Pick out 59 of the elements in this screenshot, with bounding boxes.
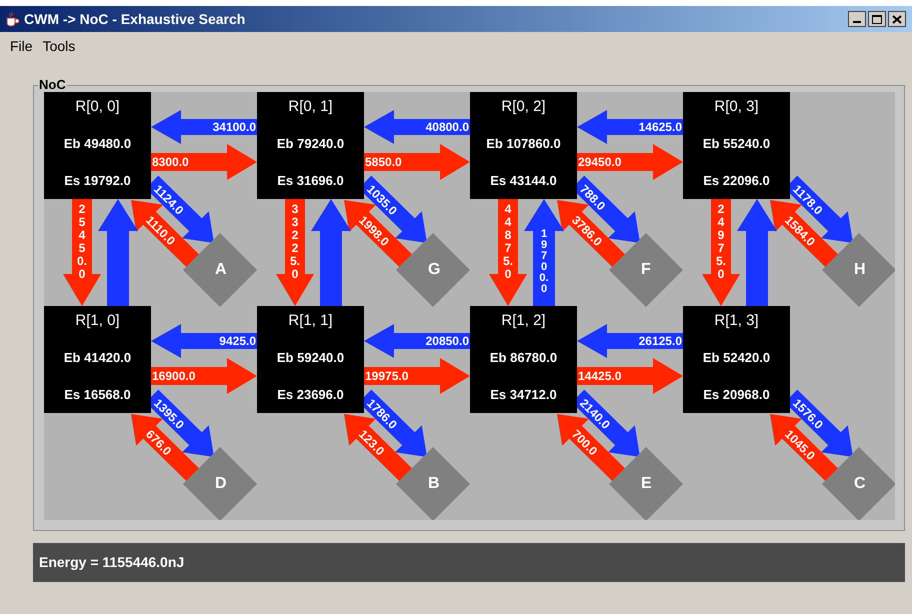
flow-label: 26125.0: [638, 333, 682, 349]
bandwidth-energy: Eb 107860.0: [486, 135, 561, 153]
flow-label: 5850.0: [365, 154, 402, 170]
menu-item[interactable]: Tools: [42, 36, 76, 56]
cup-icon: [4, 11, 20, 27]
core-label: B: [428, 475, 440, 493]
energy-readout: Energy = 1155446.0nJ: [33, 543, 905, 582]
router-name: R[0, 2]: [501, 98, 546, 116]
core-label: A: [215, 261, 227, 279]
bandwidth-energy: Eb 52420.0: [702, 349, 770, 367]
close-button[interactable]: [888, 11, 906, 27]
bandwidth-energy: Eb 41420.0: [64, 349, 132, 367]
flow-label: 29450.0: [578, 154, 622, 170]
static-energy: Es 31696.0: [277, 172, 344, 190]
core-label: E: [641, 475, 652, 493]
flow-label: 19700.0: [538, 229, 550, 295]
flow-label: 9425.0: [219, 333, 256, 349]
static-energy: Es 23696.0: [277, 386, 344, 404]
flow-label: 24975.0: [715, 203, 727, 281]
router-name: R[0, 3]: [714, 98, 759, 116]
flow-label: 16900.0: [152, 368, 196, 384]
flow-label: 34100.0: [212, 119, 256, 135]
router-name: R[1, 2]: [501, 312, 546, 330]
router-name: R[0, 0]: [75, 98, 120, 116]
flow-label: 14625.0: [638, 119, 682, 135]
close-icon: [892, 14, 902, 24]
core-label: G: [428, 261, 440, 279]
bandwidth-energy: Eb 49480.0: [64, 135, 132, 153]
flow-label: 19975.0: [365, 368, 408, 384]
minimize-button[interactable]: [848, 11, 866, 27]
flow-label: 14425.0: [578, 368, 622, 384]
bandwidth-energy: Eb 79240.0: [276, 135, 344, 153]
core-label: H: [854, 261, 866, 279]
core-label: F: [641, 261, 651, 279]
flow-label: 40800.0: [426, 119, 469, 135]
flow-label: 25450.0: [76, 203, 88, 281]
flow-label: 33225.0: [289, 203, 301, 281]
group-title: NoC: [38, 79, 67, 91]
static-energy: Es 43144.0: [490, 172, 557, 190]
static-energy: Es 20968.0: [703, 386, 770, 404]
static-energy: Es 19792.0: [64, 172, 131, 190]
static-energy: Es 34712.0: [490, 386, 557, 404]
maximize-button[interactable]: [868, 11, 886, 27]
router-name: R[1, 1]: [288, 312, 333, 330]
bandwidth-energy: Eb 55240.0: [702, 135, 770, 153]
router-name: R[1, 0]: [75, 312, 120, 330]
window-title: CWM -> NoC - Exhaustive Search: [24, 10, 246, 28]
flow-label: 8300.0: [152, 154, 189, 170]
core-label: D: [215, 475, 227, 493]
router-name: R[1, 3]: [714, 312, 759, 330]
bandwidth-energy: Eb 59240.0: [276, 349, 344, 367]
flow-label: 44875.0: [502, 203, 514, 281]
bandwidth-energy: Eb 86780.0: [490, 349, 558, 367]
core-label: C: [854, 475, 866, 493]
static-energy: Es 16568.0: [64, 386, 131, 404]
static-energy: Es 22096.0: [703, 172, 770, 190]
flow-label: 20850.0: [426, 333, 469, 349]
router-name: R[0, 1]: [288, 98, 333, 116]
menu-item[interactable]: File: [10, 36, 33, 56]
